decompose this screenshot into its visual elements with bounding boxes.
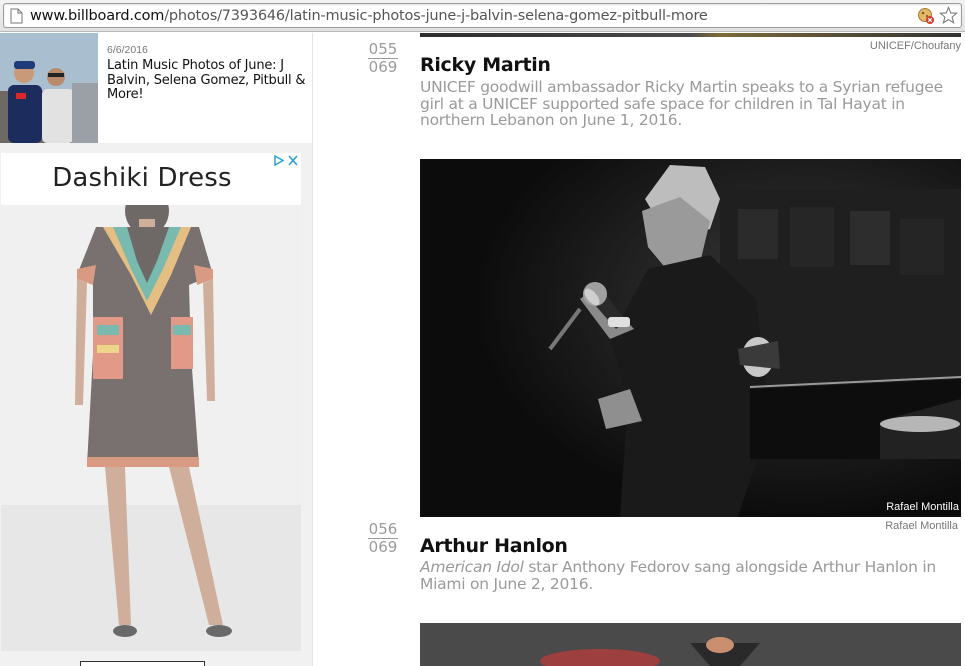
performer-photo — [420, 159, 961, 517]
gallery-photo[interactable]: Rafael Montilla — [420, 159, 961, 517]
slide-counter: 055 069 — [368, 41, 398, 76]
url-text: www.billboard.com/photos/7393646/latin-m… — [30, 8, 708, 24]
advertisement[interactable]: Dashiki Dress — [1, 153, 301, 651]
browser-toolbar: www.billboard.com/photos/7393646/latin-m… — [0, 0, 965, 32]
slide-title: Arthur Hanlon — [420, 535, 568, 557]
page-icon — [10, 8, 23, 24]
thumbnail-photo — [0, 33, 98, 143]
dress-photo — [1, 205, 301, 651]
caption-show-name: American Idol — [420, 558, 524, 576]
address-bar[interactable]: www.billboard.com/photos/7393646/latin-m… — [3, 3, 962, 28]
slide-index: 056 — [368, 520, 398, 539]
slide-total: 069 — [368, 538, 398, 556]
slide-caption: UNICEF goodwill ambassador Ricky Martin … — [420, 78, 943, 129]
previous-photo-edge — [420, 33, 961, 37]
related-gallery-title[interactable]: Latin Music Photos of June: J Balvin, Se… — [107, 58, 307, 103]
slide-counter: 056 069 — [368, 521, 398, 556]
slide-title: Ricky Martin — [420, 54, 551, 76]
next-gallery-photo[interactable] — [420, 623, 961, 666]
next-photo-preview — [420, 623, 961, 666]
url-path: /photos/7393646/latin-music-photos-june-… — [164, 8, 708, 24]
extension-icon[interactable] — [917, 7, 935, 25]
ad-product-image[interactable] — [1, 205, 301, 651]
slide-index: 055 — [368, 40, 398, 59]
sidebar: 6/6/2016 Latin Music Photos of June: J B… — [0, 33, 313, 666]
slide-caption: American Idol star Anthony Fedorov sang … — [420, 559, 950, 592]
ad-title[interactable]: Dashiki Dress — [1, 163, 283, 193]
photo-credit: Rafael Montilla — [885, 520, 958, 532]
bookmark-star-icon[interactable] — [939, 6, 958, 25]
photo-credit: UNICEF/Choufany — [869, 40, 961, 52]
related-gallery-date: 6/6/2016 — [107, 44, 148, 56]
related-gallery-thumbnail[interactable] — [0, 33, 98, 143]
related-gallery-card[interactable]: 6/6/2016 Latin Music Photos of June: J B… — [0, 33, 312, 143]
url-host: www.billboard.com — [30, 8, 165, 24]
ad-shop-button[interactable] — [80, 661, 205, 666]
photo-watermark: Rafael Montilla — [886, 501, 959, 513]
slide-total: 069 — [368, 58, 398, 76]
